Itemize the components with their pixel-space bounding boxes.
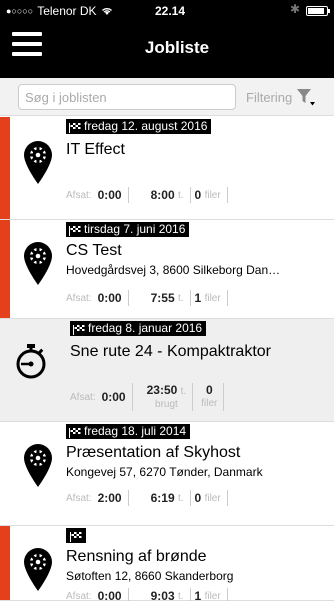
used-label: brugt (155, 398, 178, 410)
hours-unit: t. (177, 292, 184, 304)
hours-unit: t. (177, 189, 184, 201)
afsat-label: Afsat: (70, 391, 96, 403)
hours-unit: t. (177, 590, 184, 601)
filter-icon (297, 89, 316, 106)
job-title: Præsentation af Skyhost (66, 444, 241, 461)
afsat-value: 0:00 (97, 188, 122, 202)
files-count: 0 (194, 491, 202, 505)
date-badge (66, 528, 86, 543)
job-address: Kongevej 57, 6270 Tønder, Danmark (66, 465, 263, 479)
job-title: Rensning af brønde (66, 548, 207, 565)
job-date: fredag 8. januar 2016 (88, 321, 203, 335)
job-item[interactable]: Rensning af brønde Søtoften 12, 8660 Ska… (0, 526, 334, 601)
job-date: fredag 18. juli 2014 (84, 424, 187, 438)
hours-unit: t. (180, 385, 187, 397)
job-meta: Afsat: 0:00 9:03 t. 1 filer (66, 588, 232, 601)
job-address: Hovedgårdsvej 3, 8600 Silkeborg Dan… (66, 263, 281, 277)
files-count: 1 (194, 589, 202, 601)
status-bar-indicator (0, 220, 10, 318)
files-count: 0 (194, 188, 202, 202)
afsat-value: 0:00 (97, 589, 122, 601)
filter-button[interactable]: Filtering (246, 87, 316, 107)
hours-unit: t. (177, 492, 184, 504)
files-label: filer (204, 189, 221, 201)
clock: 22.14 (154, 4, 186, 18)
job-date: tirsdag 7. juni 2016 (84, 222, 186, 236)
job-date: fredag 12. august 2016 (84, 119, 208, 133)
job-item[interactable]: tirsdag 7. juni 2016 CS Test Hovedgårdsv… (0, 220, 334, 319)
files-label: filer (201, 398, 218, 409)
job-item[interactable]: fredag 8. januar 2016 Sne rute 24 - Komp… (0, 319, 334, 422)
afsat-value: 0:00 (101, 390, 126, 404)
map-pin-gear-icon (22, 240, 54, 286)
date-badge: fredag 12. august 2016 (66, 119, 212, 134)
files-label: filer (204, 292, 221, 304)
files-count: 1 (194, 291, 202, 305)
job-meta: Afsat: 0:00 7:55 t. 1 filer (66, 290, 232, 306)
job-title: IT Effect (66, 141, 125, 158)
job-meta: Afsat: 0:00 23:50 t. brugt 0 filer (70, 383, 228, 411)
flag-icon (69, 427, 81, 438)
flag-icon (69, 122, 81, 133)
page-title: Jobliste (144, 38, 210, 57)
afsat-label: Afsat: (66, 590, 92, 601)
date-badge: tirsdag 7. juni 2016 (66, 222, 190, 237)
filter-label: Filtering (246, 89, 293, 105)
date-badge: fredag 18. juli 2014 (66, 424, 191, 439)
afsat-label: Afsat: (66, 492, 92, 504)
search-bar: Filtering (0, 78, 334, 116)
files-label: filer (204, 590, 221, 601)
bluetooth-icon: ✱ (289, 2, 300, 16)
afsat-value: 2:00 (97, 491, 122, 505)
afsat-label: Afsat: (66, 189, 92, 201)
hours-value: 6:19 (150, 491, 175, 505)
flag-icon (69, 225, 81, 236)
hours-value: 7:55 (150, 291, 175, 305)
search-input[interactable] (18, 84, 236, 110)
stopwatch-icon (14, 343, 46, 379)
top-bar: ●○○○○ Telenor DK 22.14 ✱ Jobliste (0, 0, 334, 78)
files-count: 0 (205, 383, 213, 397)
map-pin-gear-icon (22, 139, 54, 185)
afsat-label: Afsat: (66, 292, 92, 304)
job-item[interactable]: fredag 12. august 2016 IT Effect Afsat: … (0, 117, 334, 220)
job-meta: Afsat: 0:00 8:00 t. 0 filer (66, 187, 232, 203)
job-address: Søtoften 12, 8660 Skanderborg (66, 569, 234, 583)
date-badge: fredag 8. januar 2016 (70, 321, 207, 336)
job-title: Sne rute 24 - Kompaktraktor (70, 343, 271, 360)
flag-icon (70, 531, 82, 542)
status-bar: ●○○○○ Telenor DK 22.14 ✱ (0, 0, 334, 20)
hours-value: 23:50 (146, 382, 178, 397)
hours-value: 8:00 (150, 188, 175, 202)
map-pin-gear-icon (22, 442, 54, 488)
hours-value: 9:03 (150, 589, 175, 601)
job-item[interactable]: fredag 18. juli 2014 Præsentation af Sky… (0, 422, 334, 526)
status-bar-indicator (0, 117, 10, 219)
job-meta: Afsat: 2:00 6:19 t. 0 filer (66, 490, 232, 506)
files-label: filer (204, 492, 221, 504)
battery-icon (306, 6, 330, 16)
status-bar-indicator (0, 526, 10, 600)
job-title: CS Test (66, 242, 122, 259)
flag-icon (73, 324, 85, 335)
afsat-value: 0:00 (97, 291, 122, 305)
map-pin-gear-icon (22, 546, 54, 592)
